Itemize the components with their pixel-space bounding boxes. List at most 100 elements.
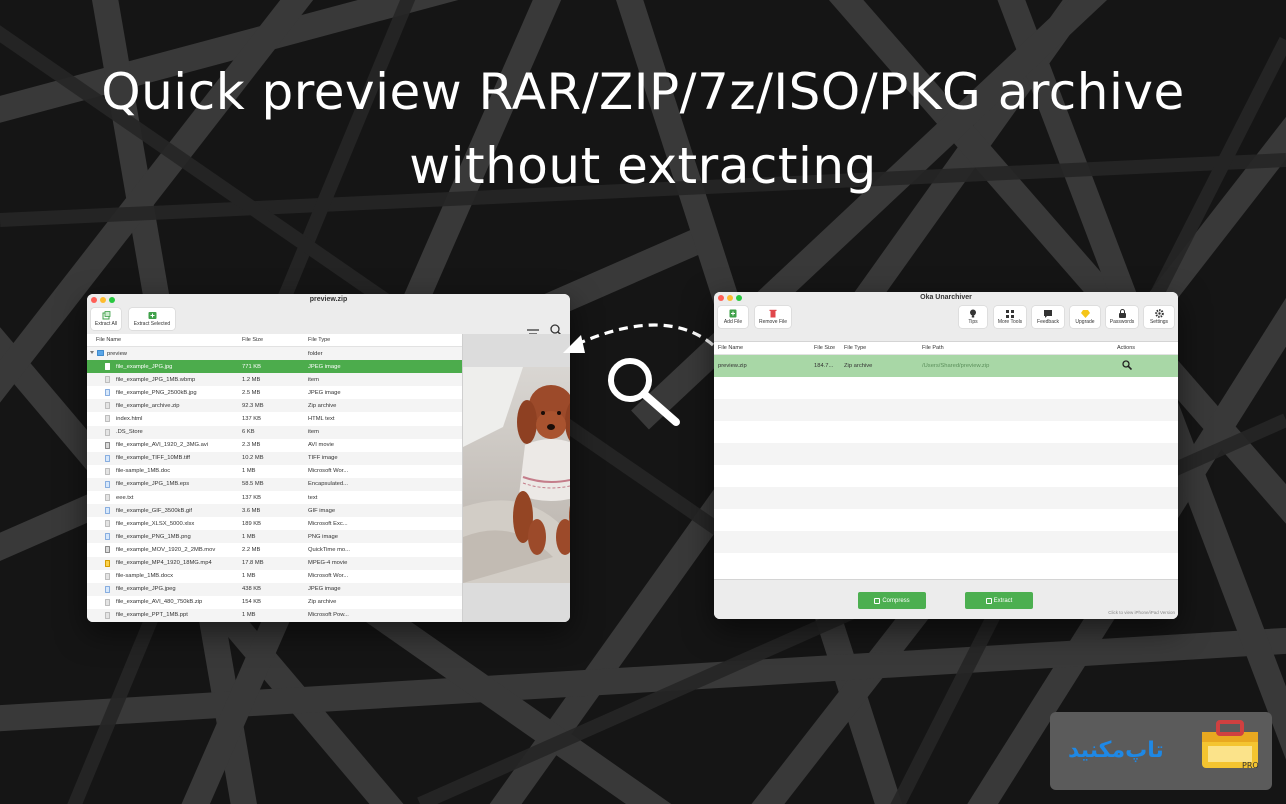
add-file-button[interactable]: Add File xyxy=(718,306,748,328)
minimize-window-button[interactable] xyxy=(727,295,733,301)
document-icon xyxy=(105,428,110,436)
gear-icon xyxy=(1154,309,1164,319)
table-row[interactable]: .DS_Store 6 KB item xyxy=(87,425,462,439)
table-row[interactable]: file-sample_1MB.docx 1 MB Microsoft Wor... xyxy=(87,570,462,583)
table-row[interactable]: file_example_archive.zip 92.3 MB Zip archi… xyxy=(87,399,462,413)
add-file-label: Add File xyxy=(723,318,743,325)
disclosure-triangle-icon[interactable] xyxy=(90,350,94,354)
table-row[interactable]: file_example_MOV_1920_2_2MB.mov 2.2 MB Qui… xyxy=(87,543,462,556)
image-file-icon xyxy=(105,507,110,515)
row-file-name: file-sample_1MB.doc xyxy=(116,468,171,475)
table-row[interactable]: file_example_AVI_1920_2_3MG.avi 2.3 MB AVI… xyxy=(87,439,462,452)
table-row[interactable]: file_example_JPG_1MB.eps 58.5 MB Encapsula… xyxy=(87,477,462,492)
row-file-name: file_example_JPG_1MB.wbmp xyxy=(116,376,196,383)
preview-window: preview.zip Extract All Extract Selected… xyxy=(87,294,570,622)
image-file-icon xyxy=(105,389,110,397)
extract-selected-icon xyxy=(147,311,157,321)
table-row[interactable]: file_example_JPG_1MB.wbmp 1.2 MB item xyxy=(87,373,462,387)
close-window-button[interactable] xyxy=(91,297,97,303)
row-file-type: MPEG-4 movie xyxy=(308,560,348,566)
document-icon xyxy=(105,494,110,502)
row-file-size: 154 KB xyxy=(242,599,262,606)
tips-button[interactable]: Tips xyxy=(959,306,987,328)
preview-file-list: preview folder file_example_JPG.jpg 771 KB J… xyxy=(87,347,462,622)
row-file-name: .DS_Store xyxy=(116,429,143,436)
table-row[interactable]: file_example_GIF_3500kB.gif 3.6 MB GIF ima… xyxy=(87,504,462,518)
table-row[interactable]: file_example_PPT_1MB.ppt 1 MB Microsoft Po… xyxy=(87,608,462,622)
row-file-size: 137 KB xyxy=(242,494,262,501)
row-file-type: item xyxy=(308,429,319,436)
row-file-size: 17.8 MB xyxy=(242,560,264,566)
row-file-type: Microsoft Exc... xyxy=(308,520,348,527)
col-file-type[interactable]: File Type xyxy=(308,337,330,343)
table-row[interactable]: file_example_JPG.jpeg 438 KB JPEG image xyxy=(87,582,462,596)
minimize-window-button[interactable] xyxy=(100,297,106,303)
folder-row[interactable]: preview folder xyxy=(87,347,462,361)
row-file-size: 1.2 MB xyxy=(242,376,261,383)
col-file-name[interactable]: File Name xyxy=(96,337,121,343)
extract-selected-button[interactable]: Extract Selected xyxy=(129,308,175,330)
table-row[interactable]: file_example_PNG_1MB.png 1 MB PNG image xyxy=(87,530,462,544)
table-row[interactable]: file_example_TIFF_10MB.tiff 10.2 MB TIFF i… xyxy=(87,451,462,465)
col-file-type[interactable]: File Type xyxy=(844,345,866,351)
headline: Quick preview RAR/ZIP/7z/ISO/PKG archive… xyxy=(0,55,1286,203)
row-file-type: Microsoft Wor... xyxy=(308,468,349,475)
row-file-name: file_example_AVI_480_750kB.zip xyxy=(116,599,203,606)
col-file-size[interactable]: File Size xyxy=(242,337,263,343)
compress-button[interactable]: Compress xyxy=(858,592,926,609)
row-file-name: file_example_PNG_1MB.png xyxy=(116,533,191,540)
row-file-size: 1 MB xyxy=(242,612,256,619)
col-file-name[interactable]: File Name xyxy=(718,345,743,351)
close-window-button[interactable] xyxy=(718,295,724,301)
remove-file-label: Remove File xyxy=(758,318,788,325)
image-file-icon xyxy=(105,533,110,541)
col-file-size[interactable]: File Size xyxy=(814,345,835,351)
row-file-name: file_example_JPG_1MB.eps xyxy=(116,481,190,488)
headline-line-1: Quick preview RAR/ZIP/7z/ISO/PKG archive xyxy=(101,63,1185,121)
row-file-type: Zip archive xyxy=(844,363,873,369)
more-tools-button[interactable]: More Tools xyxy=(994,306,1026,328)
feedback-icon xyxy=(1043,309,1053,319)
upgrade-label: Upgrade xyxy=(1075,318,1095,325)
zoom-window-button[interactable] xyxy=(109,297,115,303)
compress-label: Compress xyxy=(882,597,910,604)
table-row[interactable]: file_example_MP4_1920_18MG.mp4 17.8 MB MPE… xyxy=(87,556,462,570)
table-row[interactable]: index.html 137 KB HTML text xyxy=(87,412,462,425)
table-row[interactable]: file_example_XLSX_5000.xlsx 189 KB Microso… xyxy=(87,517,462,530)
upgrade-button[interactable]: Upgrade xyxy=(1070,306,1100,328)
feedback-button[interactable]: Feedback xyxy=(1032,306,1064,328)
row-file-size: 1 MB xyxy=(242,573,256,580)
passwords-button[interactable]: Passwords xyxy=(1106,306,1138,328)
empty-row xyxy=(714,465,1178,487)
row-file-size: 10.2 MB xyxy=(242,455,264,462)
extract-selected-label: Extract Selected xyxy=(133,320,171,327)
row-file-name: file_example_PNG_2500kB.jpg xyxy=(116,389,197,396)
row-file-size: 189 KB xyxy=(242,520,262,527)
settings-button[interactable]: Settings xyxy=(1144,306,1174,328)
preview-search-icon[interactable] xyxy=(1122,360,1133,372)
row-file-type: folder xyxy=(308,350,323,357)
col-file-path[interactable]: File Path xyxy=(922,345,944,351)
row-file-name: file_example_JPG.jpeg xyxy=(116,586,176,593)
preview-column-header: File Name File Size File Type xyxy=(87,334,462,347)
table-row[interactable]: eee.txt 137 KB text xyxy=(87,491,462,504)
table-row[interactable]: file_example_AVI_480_750kB.zip 154 KB Zip … xyxy=(87,596,462,609)
extract-button[interactable]: Extract xyxy=(965,592,1033,609)
toolbox-logo-icon: PRO xyxy=(1202,720,1259,770)
row-file-size: 137 KB xyxy=(242,415,262,422)
image-preview-pane xyxy=(462,334,570,622)
main-window: Oka Unarchiver Add File Remove File Tips… xyxy=(714,292,1178,619)
row-file-name: preview xyxy=(107,350,127,357)
table-row[interactable]: preview.zip 184.7... Zip archive /Users/… xyxy=(714,355,1178,377)
table-row[interactable]: file_example_JPG.jpg 771 KB JPEG image xyxy=(87,360,462,374)
remove-file-button[interactable]: Remove File xyxy=(755,306,791,328)
zoom-window-button[interactable] xyxy=(736,295,742,301)
iphone-version-link[interactable]: Click to view iPhone/iPad Version xyxy=(1108,610,1175,615)
magnifier-icon xyxy=(608,358,680,426)
table-row[interactable]: file_example_PNG_2500kB.jpg 2.5 MB JPEG im… xyxy=(87,386,462,399)
table-row[interactable]: file-sample_1MB.doc 1 MB Microsoft Wor... xyxy=(87,465,462,478)
main-window-titlebar: Oka Unarchiver xyxy=(714,292,1178,304)
extract-all-button[interactable]: Extract All xyxy=(91,308,121,330)
document-icon xyxy=(105,415,110,423)
row-file-type: text xyxy=(308,494,318,501)
